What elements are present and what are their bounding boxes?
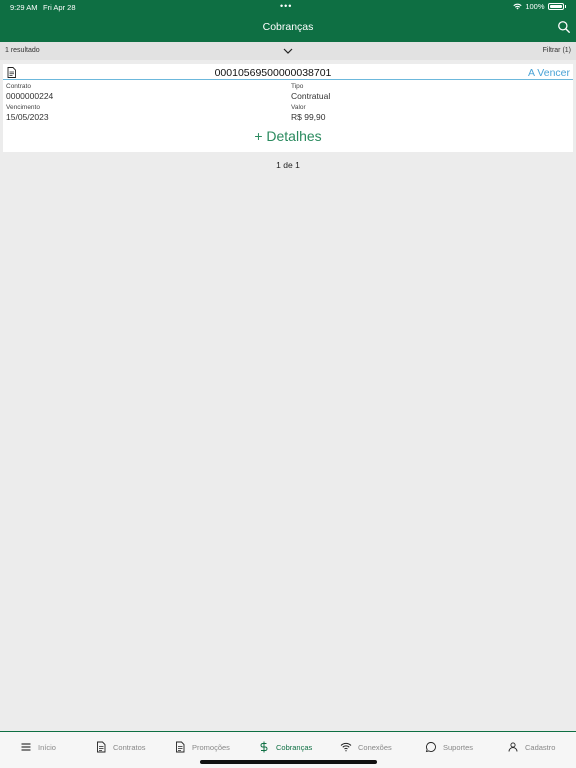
- status-time: 9:29 AM: [10, 3, 38, 12]
- search-icon[interactable]: [557, 20, 571, 34]
- menu-icon: [21, 743, 31, 751]
- battery-icon: [547, 3, 564, 10]
- tab-contratos[interactable]: Contratos: [95, 740, 146, 754]
- type-value: Contratual: [291, 91, 331, 101]
- contract-value: 0000000224: [6, 91, 54, 101]
- document-icon: [97, 741, 106, 753]
- tab-label: Contratos: [113, 742, 146, 752]
- amount-label: Valor: [291, 104, 306, 111]
- tab-cobrancas[interactable]: Cobranças: [258, 740, 312, 754]
- billing-card[interactable]: 00010569500000038701 A Vencer Contrato 0…: [3, 64, 573, 152]
- billing-number: 00010569500000038701: [214, 67, 332, 79]
- type-label: Tipo: [291, 83, 304, 90]
- results-count: 1 resultado: [5, 47, 40, 54]
- battery-percent: 100%: [525, 2, 545, 11]
- card-header: 00010569500000038701 A Vencer: [3, 64, 573, 80]
- home-indicator[interactable]: [200, 760, 377, 764]
- status-indicators: 100%: [513, 2, 566, 11]
- tab-inicio[interactable]: Início: [20, 740, 56, 754]
- chevron-down-icon[interactable]: [282, 46, 294, 56]
- due-date-label: Vencimento: [6, 104, 40, 111]
- page-title: Cobranças: [262, 21, 314, 33]
- details-button[interactable]: + Detalhes: [3, 128, 573, 144]
- contract-label: Contrato: [6, 83, 31, 90]
- tab-label: Cadastro: [525, 742, 556, 752]
- tab-cadastro[interactable]: Cadastro: [507, 740, 555, 754]
- battery-tip: [564, 5, 566, 8]
- tab-conexoes[interactable]: Conexões: [340, 740, 392, 754]
- chat-icon: [425, 742, 436, 753]
- document-icon: [176, 741, 185, 753]
- app-header: 9:29 AM Fri Apr 28 ••• 100% Cobranças: [0, 0, 576, 42]
- tab-label: Início: [38, 742, 56, 752]
- wifi-icon: [513, 3, 522, 10]
- tab-promocoes[interactable]: Promoções: [174, 740, 230, 754]
- filter-button[interactable]: Filtrar (1): [543, 47, 571, 54]
- tab-label: Cobranças: [276, 742, 313, 752]
- tab-label: Conexões: [358, 742, 392, 752]
- tab-label: Suportes: [443, 742, 474, 752]
- due-date-value: 15/05/2023: [6, 112, 49, 122]
- tab-label: Promoções: [192, 742, 230, 752]
- status-bar: 9:29 AM Fri Apr 28 ••• 100%: [0, 0, 576, 14]
- user-icon: [508, 742, 518, 752]
- dollar-icon: [260, 741, 268, 753]
- status-date: Fri Apr 28: [43, 3, 76, 12]
- wifi-icon: [340, 742, 352, 752]
- amount-value: R$ 99,90: [291, 112, 326, 122]
- pagination-label: 1 de 1: [276, 160, 300, 170]
- results-bar: 1 resultado Filtrar (1): [0, 42, 576, 60]
- multitasking-dots[interactable]: •••: [280, 1, 292, 11]
- tab-suportes[interactable]: Suportes: [425, 740, 473, 754]
- status-badge: A Vencer: [527, 67, 570, 79]
